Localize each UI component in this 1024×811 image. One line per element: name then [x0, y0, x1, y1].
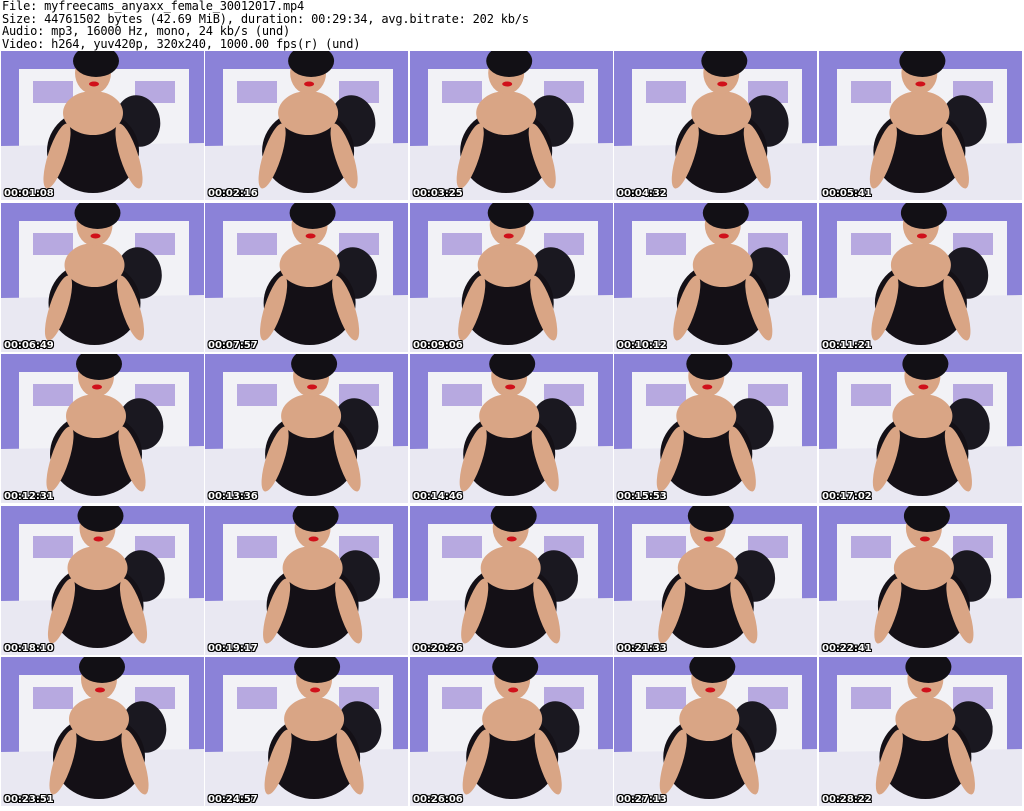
- frame-timestamp: 00:09:06: [413, 340, 463, 351]
- frame-image: [819, 203, 1022, 352]
- frame-timestamp: 00:12:31: [4, 491, 54, 502]
- frame-timestamp: 00:03:25: [413, 188, 463, 199]
- thumbnail-grid: 00:01:08 00:02:16 00:03:25 00:04:32 00:05:41…: [1, 51, 1023, 809]
- audio-info-line: Audio: mp3, 16000 Hz, mono, 24 kb/s (und…: [2, 24, 291, 38]
- video-frame-thumbnail: 00:23:51: [1, 657, 204, 806]
- video-frame-thumbnail: 00:12:31: [1, 354, 204, 503]
- file-info-header: File: myfreecams_anyaxx_female_30012017.…: [2, 0, 1022, 50]
- frame-image: [614, 51, 817, 200]
- frame-image: [819, 506, 1022, 655]
- video-frame-thumbnail: 00:17:02: [819, 354, 1022, 503]
- video-frame-thumbnail: 00:01:08: [1, 51, 204, 200]
- video-frame-thumbnail: 00:02:16: [205, 51, 408, 200]
- frame-image: [410, 657, 613, 806]
- frame-image: [819, 354, 1022, 503]
- video-frame-thumbnail: 00:18:10: [1, 506, 204, 655]
- video-frame-thumbnail: 00:24:57: [205, 657, 408, 806]
- frame-image: [410, 203, 613, 352]
- frame-image: [1, 354, 204, 503]
- frame-image: [614, 506, 817, 655]
- frame-image: [614, 657, 817, 806]
- frame-timestamp: 00:07:57: [208, 340, 258, 351]
- frame-image: [1, 657, 204, 806]
- frame-image: [614, 354, 817, 503]
- frame-timestamp: 00:02:16: [208, 188, 258, 199]
- frame-image: [614, 203, 817, 352]
- frame-timestamp: 00:17:02: [822, 491, 872, 502]
- frame-timestamp: 00:10:12: [617, 340, 667, 351]
- video-frame-thumbnail: 00:21:33: [614, 506, 817, 655]
- frame-timestamp: 00:24:57: [208, 794, 258, 805]
- video-frame-thumbnail: 00:11:21: [819, 203, 1022, 352]
- file-name-line: File: myfreecams_anyaxx_female_30012017.…: [2, 0, 305, 13]
- video-frame-thumbnail: 00:19:17: [205, 506, 408, 655]
- frame-image: [205, 354, 408, 503]
- frame-timestamp: 00:13:36: [208, 491, 258, 502]
- video-frame-thumbnail: 00:09:06: [410, 203, 613, 352]
- video-info-line: Video: h264, yuv420p, 320x240, 1000.00 f…: [2, 36, 361, 51]
- video-frame-thumbnail: 00:07:57: [205, 203, 408, 352]
- video-frame-thumbnail: 00:04:32: [614, 51, 817, 200]
- video-frame-thumbnail: 00:22:41: [819, 506, 1022, 655]
- frame-timestamp: 00:22:41: [822, 643, 872, 654]
- frame-image: [819, 51, 1022, 200]
- video-frame-thumbnail: 00:15:53: [614, 354, 817, 503]
- frame-image: [410, 51, 613, 200]
- frame-timestamp: 00:05:41: [822, 188, 872, 199]
- frame-timestamp: 00:21:33: [617, 643, 667, 654]
- frame-timestamp: 00:23:51: [4, 794, 54, 805]
- frame-timestamp: 00:28:22: [822, 794, 872, 805]
- frame-image: [205, 51, 408, 200]
- video-frame-thumbnail: 00:05:41: [819, 51, 1022, 200]
- frame-timestamp: 00:20:26: [413, 643, 463, 654]
- frame-timestamp: 00:06:49: [4, 340, 54, 351]
- video-frame-thumbnail: 00:06:49: [1, 203, 204, 352]
- video-frame-thumbnail: 00:03:25: [410, 51, 613, 200]
- frame-image: [205, 657, 408, 806]
- frame-image: [819, 657, 1022, 806]
- video-frame-thumbnail: 00:27:13: [614, 657, 817, 806]
- frame-timestamp: 00:19:17: [208, 643, 258, 654]
- frame-image: [1, 51, 204, 200]
- frame-timestamp: 00:11:21: [822, 340, 872, 351]
- frame-image: [1, 203, 204, 352]
- frame-image: [1, 506, 204, 655]
- video-frame-thumbnail: 00:10:12: [614, 203, 817, 352]
- frame-image: [205, 203, 408, 352]
- video-frame-thumbnail: 00:20:26: [410, 506, 613, 655]
- frame-timestamp: 00:14:46: [413, 491, 463, 502]
- video-frame-thumbnail: 00:13:36: [205, 354, 408, 503]
- frame-timestamp: 00:18:10: [4, 643, 54, 654]
- video-frame-thumbnail: 00:28:22: [819, 657, 1022, 806]
- frame-timestamp: 00:15:53: [617, 491, 667, 502]
- frame-timestamp: 00:01:08: [4, 188, 54, 199]
- frame-timestamp: 00:04:32: [617, 188, 667, 199]
- frame-timestamp: 00:27:13: [617, 794, 667, 805]
- video-frame-thumbnail: 00:14:46: [410, 354, 613, 503]
- frame-timestamp: 00:26:06: [413, 794, 463, 805]
- frame-image: [205, 506, 408, 655]
- video-frame-thumbnail: 00:26:06: [410, 657, 613, 806]
- frame-image: [410, 354, 613, 503]
- frame-image: [410, 506, 613, 655]
